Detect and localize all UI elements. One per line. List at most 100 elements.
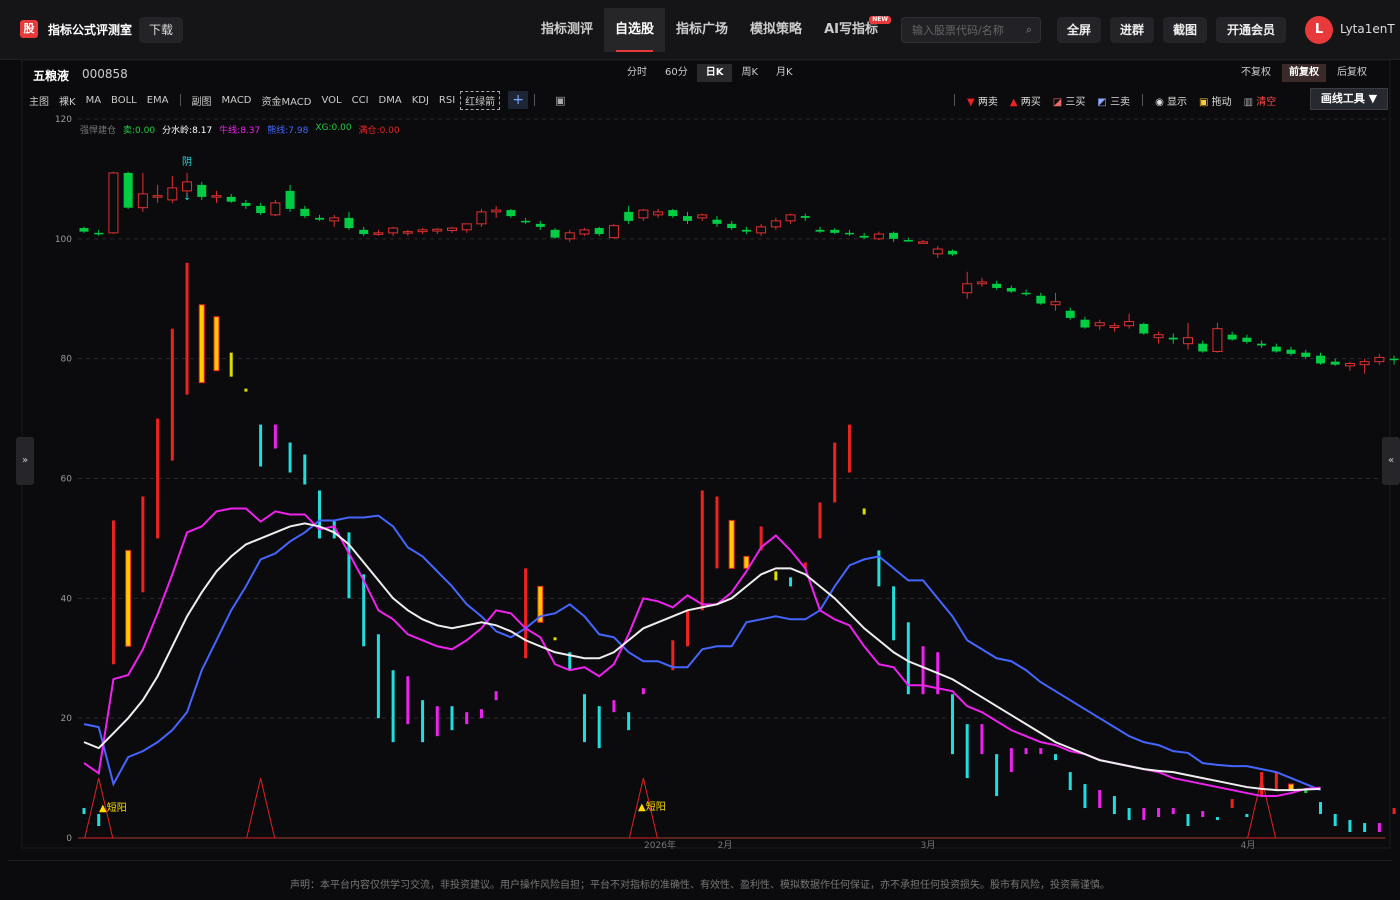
indicator-bar [1112,796,1116,815]
legend-item: 牛线:8.37 [219,126,261,136]
candle-body [1227,334,1237,340]
candle-body [285,190,295,209]
candle-body [1212,328,1223,352]
indicator-bar [553,637,557,641]
x-tick-label: 4月 [1241,840,1256,851]
candle-body [903,240,913,242]
candle-body [1271,346,1281,352]
y-tick-label: 20 [61,714,73,724]
legend-item: 强悍建仓 [80,126,117,136]
candle-body [211,195,222,198]
candle-body [1168,337,1178,340]
candle-body [432,228,443,232]
indicator-bar [1127,808,1131,821]
candle-body [1183,337,1193,345]
candle-body [830,229,840,233]
indicator-bar [686,610,690,647]
indicator-bar [1009,748,1013,773]
candle-body [1389,358,1399,361]
indicator-bar [1304,790,1308,794]
candle-body [300,208,310,217]
indicator-bar [273,424,277,449]
indicator-bar [1157,808,1161,818]
candle-body [1374,356,1385,363]
indicator-bar [1274,772,1278,791]
candle-body [668,210,678,217]
indicator-bar [1171,808,1175,815]
indicator-bar [111,520,115,665]
indicator-bar [1186,814,1190,827]
indicator-bar [141,496,145,593]
indicator-bar [244,388,248,392]
indicator-bar [1392,808,1396,815]
indicator-bar [774,571,778,581]
indicator-bar [465,712,469,725]
candle-body [167,187,178,201]
candle-body [859,235,869,238]
indicator-bar [641,688,645,695]
left-panel-toggle[interactable]: » [16,437,34,485]
candle-body [1080,319,1090,328]
candle-body [123,172,133,208]
indicator-bar [1083,784,1087,809]
legend-item: 熊线:7.98 [267,126,309,136]
candle-body [79,228,89,232]
candle-body [1242,337,1252,342]
indicator-bar [318,490,322,539]
indicator-bar [170,328,174,461]
candle-body [683,216,693,221]
indicator-bar [435,706,439,737]
indicator-bar [125,549,132,647]
indicator-bar [213,316,220,372]
indicator-bar [1318,802,1322,815]
indicator-bar [582,694,586,743]
y-tick-label: 120 [55,115,72,125]
indicator-bar [362,574,366,647]
candle-body [402,231,413,234]
indicator-bar [450,706,454,731]
indicator-bar [1098,790,1102,809]
short-yang-annotation: ▲短阳 [638,800,666,813]
indicator-bar [1024,748,1028,755]
candle-body [800,216,810,218]
candle-body [1198,343,1208,352]
y-tick-label: 0 [66,834,72,844]
indicator-bar [1348,820,1352,833]
x-tick-label: 2月 [718,840,733,851]
candle-body [992,283,1002,288]
candle-body [1139,323,1149,334]
candle-body [756,226,767,234]
right-panel-toggle[interactable]: « [1382,437,1400,485]
candle-body [962,283,973,294]
indicator-bar [1142,808,1146,821]
indicator-bar [494,691,498,701]
candle-body [1036,295,1046,304]
indicator-bar [995,754,999,797]
signal-triangle [246,777,276,839]
candle-body [1050,301,1061,306]
indicator-bar [421,700,425,743]
candle-body [152,195,163,198]
candle-body [182,181,193,192]
indicator-bar [406,676,410,725]
candle-body [889,232,899,239]
y-tick-label: 80 [61,355,73,365]
candle-body [638,209,649,219]
legend-item: XG:0.00 [315,123,352,133]
candle-body [373,232,384,235]
short-yang-annotation: ▲短阳 [99,801,127,814]
indicator-bar [965,724,969,779]
candle-body [1344,362,1355,367]
x-tick-label: 2026年 [644,839,676,851]
indicator-bar [627,712,631,731]
indicator-bar [198,304,205,384]
y-tick-label: 40 [61,594,73,604]
candle-body [1109,325,1120,329]
x-tick-label: 3月 [921,840,936,851]
candle-body [1359,361,1370,366]
candle-body [315,217,325,220]
candle-body [608,225,619,239]
legend-item: 分水岭:8.17 [162,126,213,136]
indicator-bar [700,490,704,611]
candle-body [197,184,207,197]
